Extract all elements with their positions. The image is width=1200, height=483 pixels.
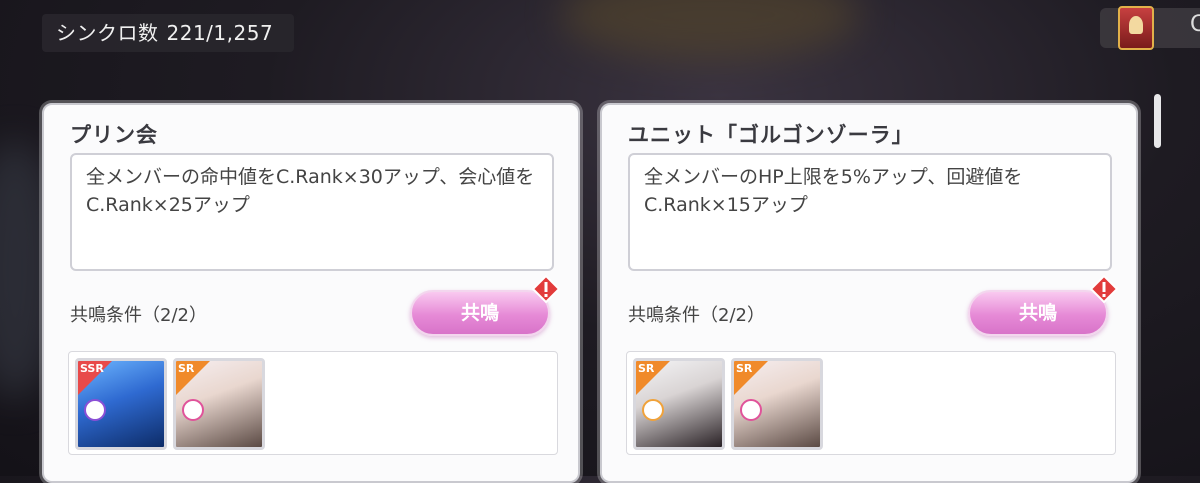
- alert-icon: [532, 275, 560, 303]
- member-card[interactable]: SR: [173, 358, 265, 450]
- sync-counter: シンクロ数 221/1,257: [42, 14, 294, 52]
- card-title: プリン会: [70, 123, 158, 147]
- attribute-gem-icon: [740, 399, 762, 421]
- attribute-gem-icon: [84, 399, 106, 421]
- condition-label: 共鳴条件（2/2）: [70, 305, 207, 326]
- resonate-button[interactable]: 共鳴: [968, 290, 1108, 336]
- resonance-card: プリン会 全メンバーの命中値をC.Rank×30アップ、会心値をC.Rank×2…: [42, 103, 580, 483]
- sync-label: シンクロ数: [56, 21, 159, 45]
- sync-value: 221/1,257: [166, 21, 274, 45]
- rarity-label: SSR: [80, 362, 104, 375]
- condition-label: 共鳴条件（2/2）: [628, 305, 765, 326]
- effect-description: 全メンバーのHP上限を5%アップ、回避値をC.Rank×15アップ: [628, 153, 1112, 271]
- member-card-row: SR SR: [626, 351, 1116, 455]
- rarity-label: SR: [178, 362, 195, 375]
- card-title: ユニット「ゴルゴンゾーラ」: [628, 123, 914, 147]
- member-card-row: SSR SR: [68, 351, 558, 455]
- scrollbar[interactable]: [1154, 94, 1161, 148]
- background-blur: [560, 0, 860, 60]
- resonate-button[interactable]: 共鳴: [410, 290, 550, 336]
- resonance-card: ユニット「ゴルゴンゾーラ」 全メンバーのHP上限を5%アップ、回避値をC.Ran…: [600, 103, 1138, 483]
- rarity-label: SR: [736, 362, 753, 375]
- rarity-label: SR: [638, 362, 655, 375]
- trophy-icon[interactable]: [1118, 6, 1154, 50]
- member-card[interactable]: SR: [731, 358, 823, 450]
- attribute-gem-icon: [642, 399, 664, 421]
- member-card[interactable]: SR: [633, 358, 725, 450]
- corner-glyph: C: [1190, 12, 1200, 37]
- alert-icon: [1090, 275, 1118, 303]
- effect-description: 全メンバーの命中値をC.Rank×30アップ、会心値をC.Rank×25アップ: [70, 153, 554, 271]
- member-card[interactable]: SSR: [75, 358, 167, 450]
- attribute-gem-icon: [182, 399, 204, 421]
